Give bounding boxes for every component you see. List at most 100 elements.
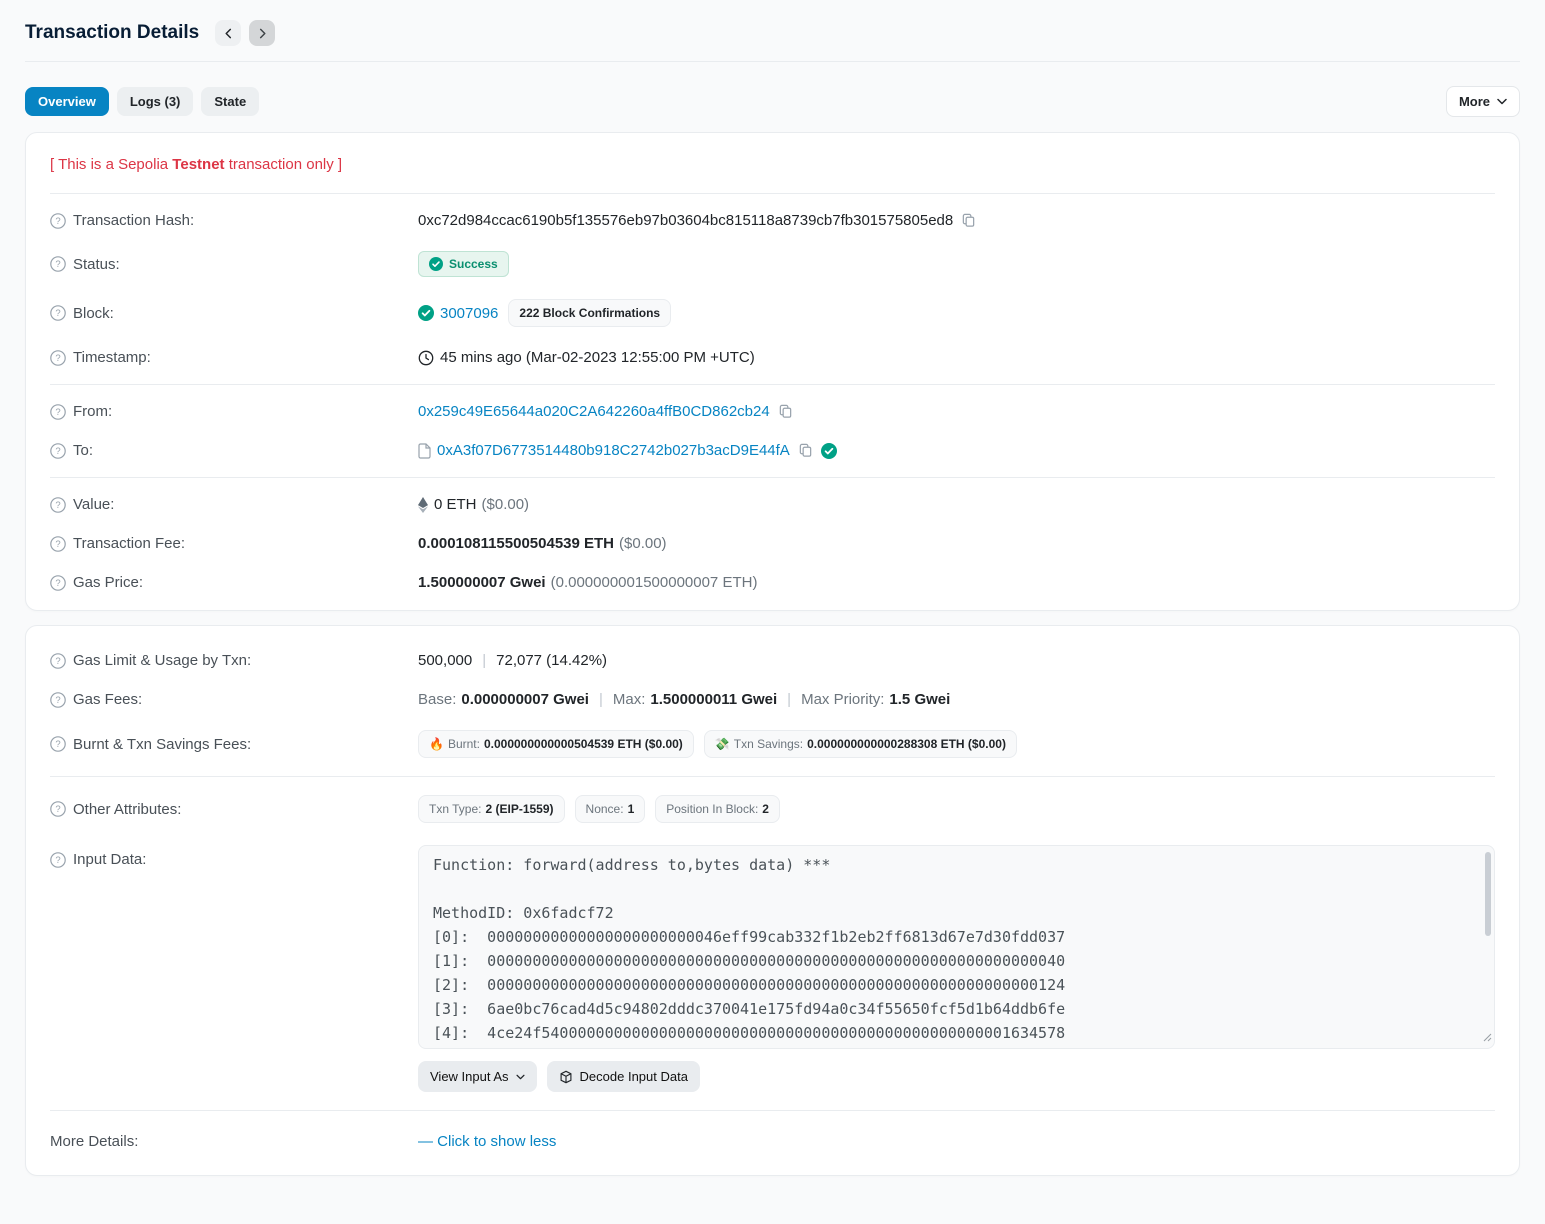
input-data-content: Function: forward(address to,bytes data)… (433, 853, 1480, 1049)
base-fee-value: 0.000000007 Gwei (461, 691, 589, 708)
gas-limit-label: Gas Limit & Usage by Txn: (73, 652, 251, 669)
page-title: Transaction Details (25, 22, 199, 44)
svg-text:?: ? (55, 656, 60, 667)
svg-text:?: ? (55, 739, 60, 750)
timestamp-row: ? Timestamp: 45 mins ago (Mar-02-2023 12… (50, 338, 1495, 377)
svg-text:?: ? (55, 446, 60, 457)
burnt-fees-row: ? Burnt & Txn Savings Fees: 🔥 Burnt: 0.0… (50, 719, 1495, 769)
copy-transaction-hash-button[interactable] (961, 213, 976, 228)
verified-check-icon (821, 443, 837, 459)
block-row: ? Block: 3007096 222 Block Confirmations (50, 288, 1495, 338)
max-priority-fee-label: Max Priority: (801, 691, 884, 708)
copy-from-address-button[interactable] (778, 404, 793, 419)
gas-price-row: ? Gas Price: 1.500000007 Gwei (0.0000000… (50, 563, 1495, 602)
help-icon[interactable]: ? (50, 852, 66, 868)
status-badge: Success (418, 251, 509, 277)
testnet-notice: [ This is a Sepolia Testnet transaction … (50, 141, 1495, 186)
to-address-link[interactable]: 0xA3f07D6773514480b918C2742b027b3acD9E44… (437, 442, 790, 459)
timestamp-label: Timestamp: (73, 349, 151, 366)
help-icon[interactable]: ? (50, 801, 66, 817)
value-row: ? Value: 0 ETH ($0.00) (50, 485, 1495, 524)
separator: | (787, 691, 791, 708)
more-details-row: More Details: — Click to show less (50, 1118, 1495, 1167)
input-data-scrollbar[interactable] (1485, 852, 1491, 936)
svg-text:?: ? (55, 259, 60, 270)
help-icon[interactable]: ? (50, 350, 66, 366)
transaction-fee-label: Transaction Fee: (73, 535, 185, 552)
value-label: Value: (73, 496, 114, 513)
show-less-link[interactable]: — Click to show less (418, 1133, 556, 1150)
more-details-label: More Details: (50, 1133, 138, 1150)
gas-price-eth: (0.000000001500000007 ETH) (551, 574, 758, 591)
resize-handle-icon[interactable] (1483, 1029, 1492, 1046)
position-in-block-badge: Position In Block: 2 (655, 795, 780, 823)
gas-fees-label: Gas Fees: (73, 691, 142, 708)
divider (50, 384, 1495, 385)
divider (50, 776, 1495, 777)
tab-bar: Overview Logs (3) State More (25, 86, 1520, 117)
gas-price-label: Gas Price: (73, 574, 143, 591)
gas-usage-value: 72,077 (14.42%) (496, 652, 607, 669)
nonce-badge: Nonce: 1 (575, 795, 646, 823)
from-row: ? From: 0x259c49E65644a020C2A642260a4ffB… (50, 392, 1495, 431)
tab-logs[interactable]: Logs (3) (117, 87, 194, 116)
max-fee-label: Max: (613, 691, 646, 708)
copy-icon (798, 443, 813, 458)
check-circle-icon (418, 305, 434, 321)
svg-text:?: ? (55, 407, 60, 418)
txn-type-badge: Txn Type: 2 (EIP-1559) (418, 795, 565, 823)
contract-document-icon (418, 443, 431, 459)
help-icon[interactable]: ? (50, 305, 66, 321)
other-attributes-row: ? Other Attributes: Txn Type: 2 (EIP-155… (50, 784, 1495, 834)
next-transaction-button[interactable] (249, 20, 275, 46)
input-data-textarea[interactable]: Function: forward(address to,bytes data)… (418, 845, 1495, 1049)
to-row: ? To: 0xA3f07D6773514480b918C2742b027b3a… (50, 431, 1495, 470)
transaction-hash-value: 0xc72d984ccac6190b5f135576eb97b03604bc81… (418, 212, 953, 229)
gas-limit-row: ? Gas Limit & Usage by Txn: 500,000 | 72… (50, 634, 1495, 680)
copy-to-address-button[interactable] (798, 443, 813, 458)
money-with-wings-icon: 💸 (715, 737, 730, 751)
max-fee-value: 1.500000011 Gwei (650, 691, 777, 708)
help-icon[interactable]: ? (50, 536, 66, 552)
details-card: ? Gas Limit & Usage by Txn: 500,000 | 72… (25, 625, 1520, 1176)
input-data-row: ? Input Data: Function: forward(address … (50, 834, 1495, 1103)
help-icon[interactable]: ? (50, 497, 66, 513)
decode-cube-icon (559, 1070, 573, 1084)
chevron-left-icon (223, 28, 234, 39)
value-amount: 0 ETH (434, 496, 477, 513)
max-priority-fee-value: 1.5 Gwei (889, 691, 950, 708)
help-icon[interactable]: ? (50, 692, 66, 708)
transaction-fee-amount: 0.000108115500504539 ETH (418, 535, 614, 552)
from-address-link[interactable]: 0x259c49E65644a020C2A642260a4ffB0CD862cb… (418, 403, 770, 420)
tab-overview[interactable]: Overview (25, 87, 109, 116)
more-dropdown-button[interactable]: More (1446, 86, 1520, 117)
gas-price-amount: 1.500000007 Gwei (418, 574, 546, 591)
previous-transaction-button[interactable] (215, 20, 241, 46)
help-icon[interactable]: ? (50, 736, 66, 752)
help-icon[interactable]: ? (50, 213, 66, 229)
burnt-fees-label: Burnt & Txn Savings Fees: (73, 736, 251, 753)
block-number-link[interactable]: 3007096 (440, 305, 498, 322)
help-icon[interactable]: ? (50, 443, 66, 459)
help-icon[interactable]: ? (50, 256, 66, 272)
burnt-fee-badge: 🔥 Burnt: 0.000000000000504539 ETH ($0.00… (418, 730, 694, 758)
svg-text:?: ? (55, 578, 60, 589)
svg-text:?: ? (55, 500, 60, 511)
separator: | (599, 691, 603, 708)
chevron-down-icon (516, 1074, 525, 1080)
page-header: Transaction Details (25, 0, 1520, 46)
overview-card: [ This is a Sepolia Testnet transaction … (25, 132, 1520, 611)
decode-input-data-button[interactable]: Decode Input Data (547, 1061, 700, 1092)
help-icon[interactable]: ? (50, 404, 66, 420)
divider (50, 1110, 1495, 1111)
status-label: Status: (73, 256, 120, 273)
fire-icon: 🔥 (429, 737, 444, 751)
view-input-as-button[interactable]: View Input As (418, 1061, 537, 1092)
status-row: ? Status: Success (50, 240, 1495, 288)
divider (50, 477, 1495, 478)
copy-icon (961, 213, 976, 228)
help-icon[interactable]: ? (50, 653, 66, 669)
help-icon[interactable]: ? (50, 575, 66, 591)
tab-state[interactable]: State (201, 87, 259, 116)
copy-icon (778, 404, 793, 419)
